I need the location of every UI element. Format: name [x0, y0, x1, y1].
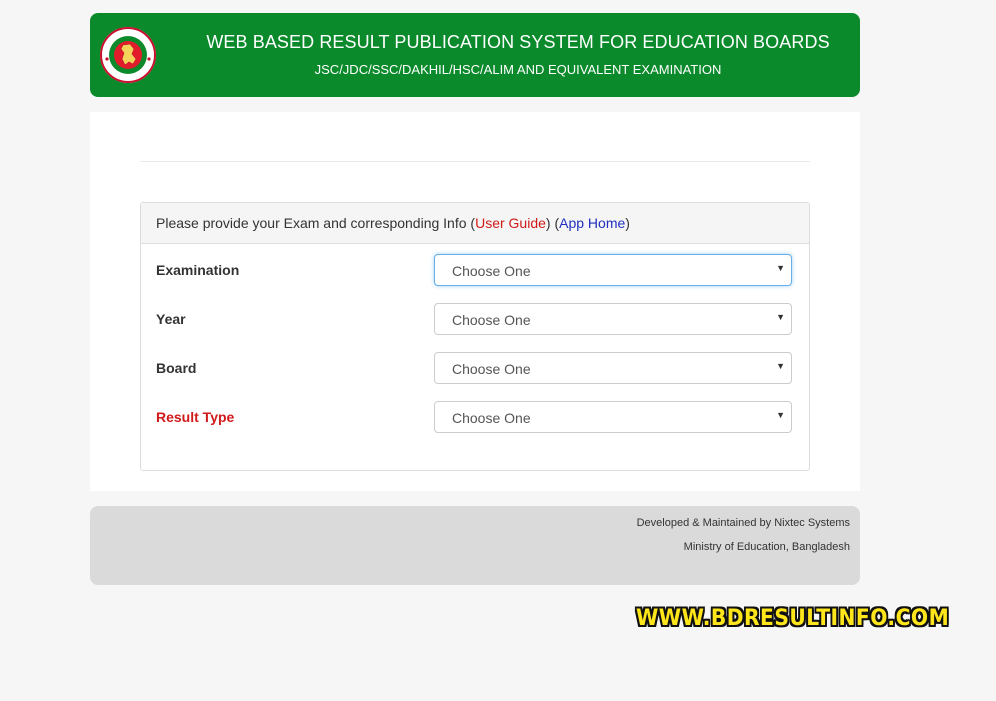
footer: Developed & Maintained by Nixtec Systems…	[90, 506, 860, 585]
app-home-link[interactable]: App Home	[559, 215, 625, 231]
chevron-down-icon: ▼	[776, 410, 785, 420]
board-value: Choose One	[452, 361, 531, 377]
result-type-select[interactable]: Choose One ▼	[434, 401, 792, 433]
footer-ministry: Ministry of Education, Bangladesh	[683, 541, 850, 553]
year-value: Choose One	[452, 312, 531, 328]
board-select[interactable]: Choose One ▼	[434, 352, 792, 384]
year-select[interactable]: Choose One ▼	[434, 303, 792, 335]
page-subtitle: JSC/JDC/SSC/DAKHIL/HSC/ALIM AND EQUIVALE…	[314, 62, 722, 77]
chevron-down-icon: ▼	[776, 263, 785, 273]
result-type-value: Choose One	[452, 410, 531, 426]
panel-heading: Please provide your Exam and correspondi…	[141, 203, 809, 244]
examination-select[interactable]: Choose One ▼	[434, 254, 792, 286]
year-row: Year Choose One ▼	[156, 303, 794, 345]
paren: )	[625, 215, 630, 231]
main-content: Please provide your Exam and correspondi…	[90, 112, 860, 491]
government-seal-icon	[100, 27, 156, 83]
result-type-label: Result Type	[156, 409, 235, 425]
chevron-down-icon: ▼	[776, 312, 785, 322]
page-title: WEB BASED RESULT PUBLICATION SYSTEM FOR …	[206, 32, 830, 52]
divider	[140, 161, 810, 162]
footer-developer: Developed & Maintained by Nixtec Systems	[636, 517, 850, 529]
result-type-row: Result Type Choose One ▼	[156, 401, 794, 443]
search-panel: Please provide your Exam and correspondi…	[140, 202, 810, 471]
chevron-down-icon: ▼	[776, 361, 785, 371]
panel-prompt: Please provide your Exam and correspondi…	[156, 215, 467, 231]
user-guide-link[interactable]: User Guide	[475, 215, 546, 231]
board-label: Board	[156, 360, 197, 376]
header-banner: WEB BASED RESULT PUBLICATION SYSTEM FOR …	[90, 13, 860, 97]
watermark-text: WWW.BDRESULTINFO.COM	[636, 606, 950, 631]
examination-label: Examination	[156, 262, 240, 278]
year-label: Year	[156, 311, 186, 327]
examination-value: Choose One	[452, 263, 531, 279]
paren: )	[545, 215, 551, 231]
board-row: Board Choose One ▼	[156, 352, 794, 394]
examination-row: Examination Choose One ▼	[156, 254, 794, 296]
